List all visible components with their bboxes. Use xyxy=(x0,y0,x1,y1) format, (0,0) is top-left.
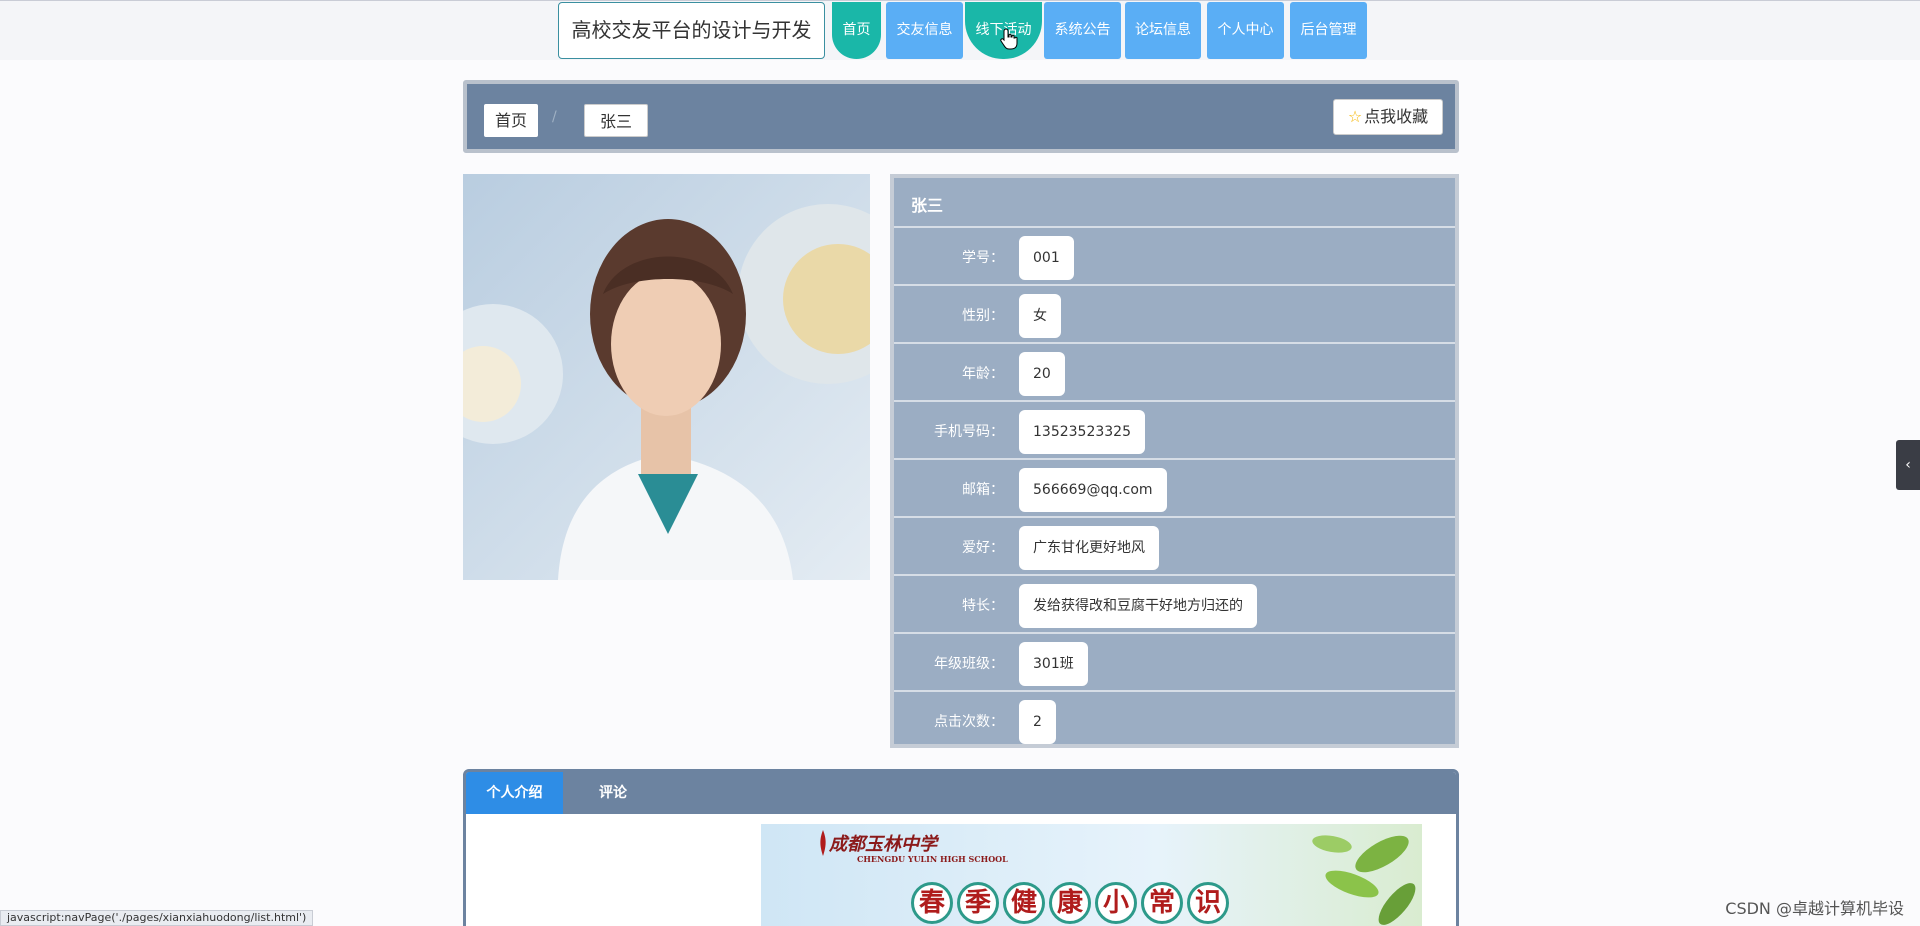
breadcrumb: 首页 / 张三 ☆ 点我收藏 xyxy=(463,80,1459,153)
info-value: 20 xyxy=(1019,352,1065,396)
info-value: 566669@qq.com xyxy=(1019,468,1167,512)
banner-school-name: 成都玉林中学 xyxy=(829,834,937,855)
watermark: CSDN @卓越计算机毕设 xyxy=(1725,899,1904,918)
info-label: 爱好： xyxy=(962,540,1004,556)
browser-status-bar: javascript:navPage('./pages/xianxiahuodo… xyxy=(0,910,314,926)
banner-char: 春 xyxy=(911,882,953,924)
info-row-click-count: 点击次数： 2 xyxy=(894,690,1455,748)
site-title[interactable]: 高校交友平台的设计与开发 xyxy=(558,2,825,59)
info-row-phone: 手机号码： 13523523325 xyxy=(894,400,1455,458)
banner-title: 春季健康小常识 xyxy=(911,882,1233,924)
nav-home[interactable]: 首页 xyxy=(832,2,881,59)
info-value: 001 xyxy=(1019,236,1074,280)
nav-personal-center[interactable]: 个人中心 xyxy=(1207,2,1284,59)
info-value: 13523523325 xyxy=(1019,410,1145,454)
hand-cursor-icon xyxy=(1000,28,1018,50)
breadcrumb-separator: / xyxy=(552,109,557,125)
info-label: 学号： xyxy=(962,250,1004,266)
tab-bar: 个人介绍 评论 xyxy=(466,772,1456,814)
info-row-hobby: 爱好： 广东甘化更好地风 xyxy=(894,516,1455,574)
banner-char: 健 xyxy=(1003,882,1045,924)
info-row-specialty: 特长： 发给获得改和豆腐干好地方归还的 xyxy=(894,574,1455,632)
info-label: 点击次数： xyxy=(934,714,1004,730)
info-row-student-id: 学号： 001 xyxy=(894,226,1455,284)
banner-char: 康 xyxy=(1049,882,1091,924)
banner-school-english: CHENGDU YULIN HIGH SCHOOL xyxy=(857,854,1008,864)
profile-info-panel: 张三 学号： 001 性别： 女 年龄： 20 手机号码： 1352352332… xyxy=(890,174,1459,748)
info-value: 301班 xyxy=(1019,642,1088,686)
favorite-button[interactable]: ☆ 点我收藏 xyxy=(1333,99,1443,135)
nav-announcements[interactable]: 系统公告 xyxy=(1044,2,1121,59)
nav-admin[interactable]: 后台管理 xyxy=(1290,2,1367,59)
info-label: 邮箱： xyxy=(962,482,1004,498)
leaves-decoration xyxy=(1312,835,1416,925)
info-label: 年龄： xyxy=(962,366,1004,382)
nav-forum[interactable]: 论坛信息 xyxy=(1125,2,1201,59)
banner-char: 识 xyxy=(1187,882,1229,924)
intro-banner-image: 成都玉林中学 CHENGDU YULIN HIGH SCHOOL 春季健康小常识 xyxy=(761,824,1422,926)
tab-introduction[interactable]: 个人介绍 xyxy=(466,772,563,814)
top-navbar: 高校交友平台的设计与开发 首页 交友信息 线下活动 系统公告 论坛信息 个人中心… xyxy=(0,0,1920,60)
info-row-gender: 性别： 女 xyxy=(894,284,1455,342)
banner-char: 小 xyxy=(1095,882,1137,924)
side-toggle-button[interactable]: ‹ xyxy=(1896,440,1920,490)
info-row-class: 年级班级： 301班 xyxy=(894,632,1455,690)
detail-tabs-panel: 个人介绍 评论 成都玉林中学 CHENGDU YULIN HIGH SCHOOL… xyxy=(463,769,1459,926)
favorite-label: 点我收藏 xyxy=(1364,107,1429,126)
breadcrumb-current[interactable]: 张三 xyxy=(584,104,648,137)
info-row-email: 邮箱： 566669@qq.com xyxy=(894,458,1455,516)
tab-comments[interactable]: 评论 xyxy=(563,772,663,814)
info-label: 手机号码： xyxy=(934,424,1004,440)
banner-char: 常 xyxy=(1141,882,1183,924)
info-label: 性别： xyxy=(962,308,1004,324)
info-value: 2 xyxy=(1019,700,1056,744)
nav-dating-info[interactable]: 交友信息 xyxy=(886,2,963,59)
star-icon: ☆ xyxy=(1347,107,1363,126)
info-row-age: 年龄： 20 xyxy=(894,342,1455,400)
school-logo-icon xyxy=(820,830,826,856)
info-value: 发给获得改和豆腐干好地方归还的 xyxy=(1019,584,1257,628)
breadcrumb-home[interactable]: 首页 xyxy=(484,104,538,137)
banner-char: 季 xyxy=(957,882,999,924)
info-label: 年级班级： xyxy=(934,656,1004,672)
profile-name: 张三 xyxy=(911,196,944,215)
profile-photo xyxy=(463,174,870,580)
info-value: 广东甘化更好地风 xyxy=(1019,526,1159,570)
info-value: 女 xyxy=(1019,294,1061,338)
info-label: 特长： xyxy=(962,598,1004,614)
